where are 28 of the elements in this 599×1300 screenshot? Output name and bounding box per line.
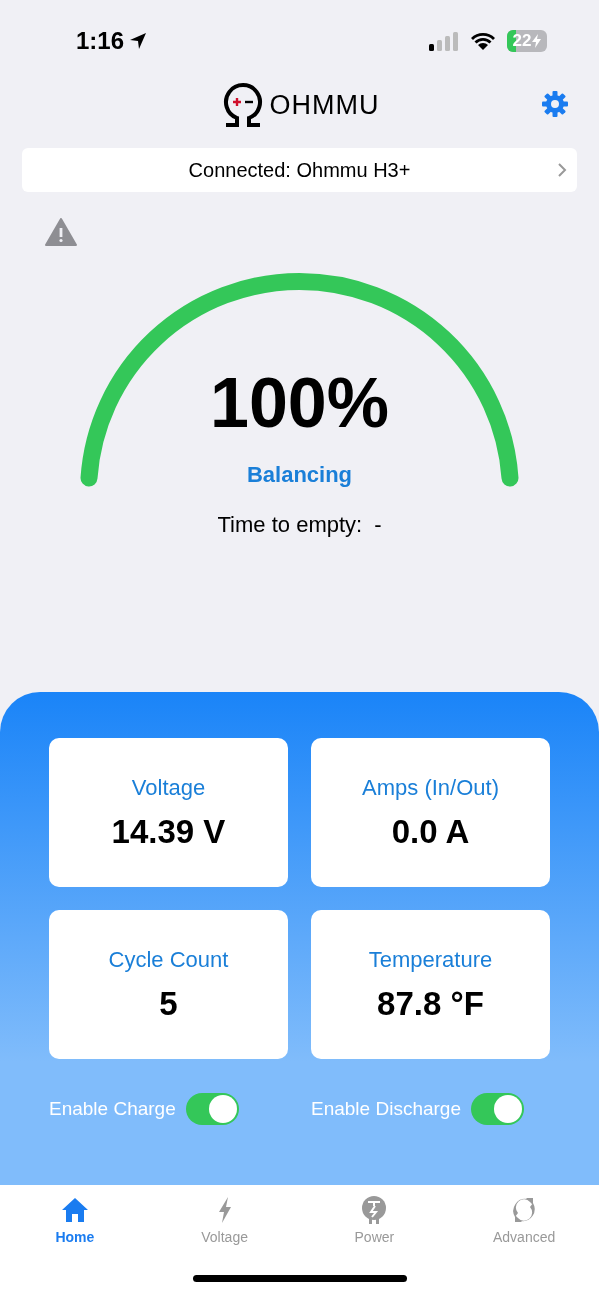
warning-icon[interactable] bbox=[45, 218, 77, 246]
location-arrow-icon bbox=[128, 31, 149, 51]
connection-bar[interactable]: Connected: Ohmmu H3+ bbox=[22, 148, 577, 192]
signal-icon bbox=[429, 31, 459, 51]
toggle-switch[interactable] bbox=[185, 1093, 239, 1125]
tab[interactable]: Advanced bbox=[449, 1195, 599, 1275]
toggle-label: Enable Charge bbox=[49, 1098, 176, 1120]
metric-label: Cycle Count bbox=[108, 946, 229, 973]
toggle-label: Enable Discharge bbox=[311, 1098, 461, 1120]
brand-wordmark: OHMMU bbox=[269, 89, 380, 121]
status-time: 1:16 bbox=[76, 27, 125, 55]
tab[interactable]: Power bbox=[299, 1195, 450, 1275]
metric-label: Temperature bbox=[368, 946, 493, 973]
time-to-empty-value: - bbox=[374, 512, 382, 538]
charge-percent: 100% bbox=[209, 368, 389, 438]
toggle-switch[interactable] bbox=[471, 1093, 524, 1125]
metric-value: 14.39 V bbox=[111, 812, 226, 851]
metric-label: Voltage bbox=[131, 774, 206, 801]
wifi-icon bbox=[469, 31, 497, 51]
metric-value: 87.8 °F bbox=[377, 984, 484, 1023]
metric-value: 5 bbox=[159, 984, 178, 1023]
battery-state: Balancing bbox=[246, 462, 353, 488]
metric-value: 0.0 A bbox=[391, 812, 470, 851]
time-to-empty-label: Time to empty: bbox=[217, 512, 363, 538]
settings-button[interactable] bbox=[541, 90, 569, 118]
metric-label: Amps (In/Out) bbox=[362, 774, 499, 801]
tab[interactable]: Home bbox=[0, 1195, 150, 1275]
tab[interactable]: Voltage bbox=[149, 1195, 300, 1275]
